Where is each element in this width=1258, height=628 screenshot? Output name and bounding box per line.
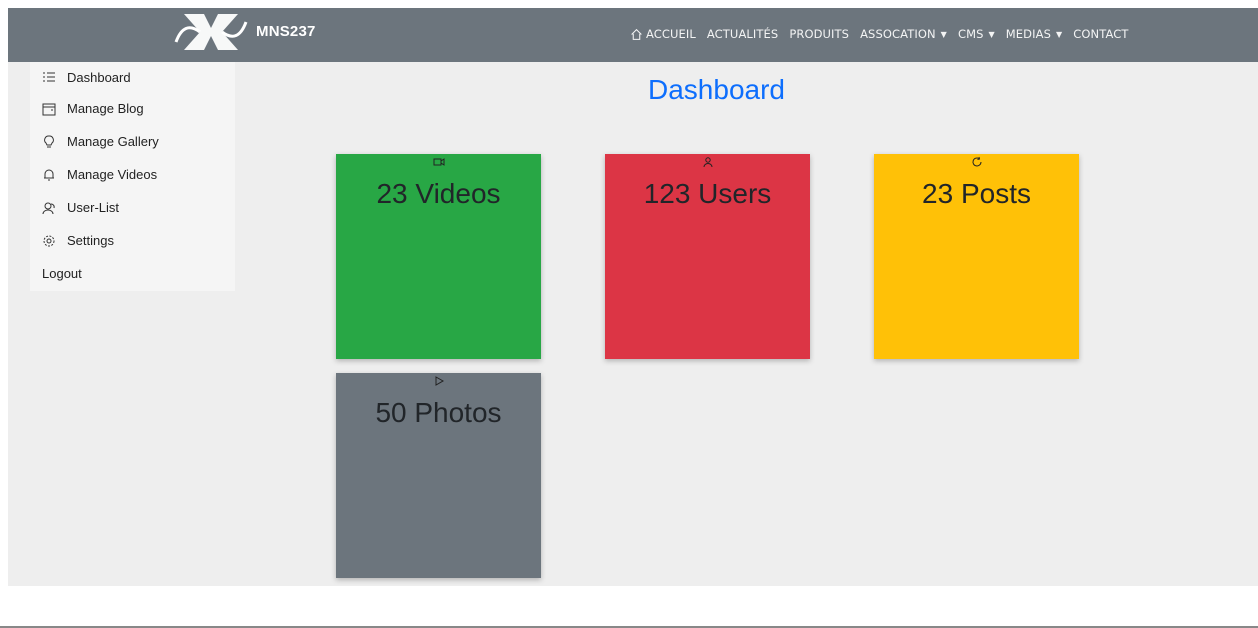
nav-menu: ACCUEIL ACTUALITÉS PRODUITS ASSOCATION ▼… <box>630 27 1128 41</box>
brand-name[interactable]: MNS237 <box>256 23 316 40</box>
nav-cms-dropdown[interactable]: CMS ▼ <box>958 27 995 41</box>
sidebar-item-label: Settings <box>67 233 114 248</box>
sidebar-item-settings[interactable]: Settings <box>30 224 235 257</box>
nav-produits[interactable]: PRODUITS <box>789 27 849 41</box>
video-icon <box>433 158 444 166</box>
sidebar-item-dashboard[interactable]: Dashboard <box>30 62 235 92</box>
caret-down-icon: ▼ <box>1055 29 1063 39</box>
sidebar-item-label: User-List <box>67 200 120 215</box>
sidebar-item-label: Dashboard <box>67 69 131 85</box>
nav-cms-label: CMS <box>957 27 984 41</box>
lightbulb-icon <box>44 135 54 147</box>
sidebar-item-label: Logout <box>42 266 82 281</box>
photos-count: 50 Photos <box>375 397 502 428</box>
nav-medias-dropdown[interactable]: MEDIAS ▼ <box>1006 27 1062 41</box>
gear-icon <box>43 235 55 246</box>
nav-contact[interactable]: CONTACT <box>1073 27 1128 41</box>
photos-card[interactable]: 50 Photos <box>336 373 541 578</box>
main-content: Dashboard Manage Blog Manage Gallery Man… <box>8 62 1258 586</box>
nav-actualites[interactable]: ACTUALITÉS <box>707 27 778 41</box>
play-icon <box>435 376 444 386</box>
nav-actualites-label: ACTUALITÉS <box>706 27 779 41</box>
sidebar-item-user-list[interactable]: User-List <box>30 191 235 224</box>
home-icon <box>631 28 642 40</box>
users-card[interactable]: 123 Users <box>605 154 810 359</box>
caret-down-icon: ▼ <box>940 29 947 39</box>
sidebar-item-logout[interactable]: Logout <box>30 257 235 290</box>
nav-produits-label: PRODUITS <box>789 27 850 41</box>
person-icon <box>703 157 712 168</box>
users-icon <box>42 202 55 214</box>
nav-accueil[interactable]: ACCUEIL <box>630 27 696 41</box>
blog-icon <box>42 103 56 115</box>
posts-count: 23 Posts <box>922 178 1031 209</box>
sidebar-item-label: Manage Gallery <box>67 134 159 149</box>
sidebar-item-manage-gallery[interactable]: Manage Gallery <box>30 125 235 158</box>
posts-card[interactable]: 23 Posts <box>874 154 1079 359</box>
users-count: 123 Users <box>643 178 772 209</box>
videos-count: 23 Videos <box>376 178 501 209</box>
sidebar-item-label: Manage Videos <box>67 167 158 182</box>
nav-assocation-label: ASSOCATION <box>860 27 936 41</box>
page-title: Dashboard <box>648 74 785 105</box>
sidebar-item-manage-blog[interactable]: Manage Blog <box>30 92 235 125</box>
refresh-icon <box>972 156 981 167</box>
top-navbar: MNS237 ACCUEIL ACTUALITÉS PRODUITS ASSOC… <box>8 8 1258 62</box>
sidebar: Dashboard Manage Blog Manage Gallery Man… <box>30 62 235 291</box>
caret-down-icon: ▼ <box>988 29 995 39</box>
sidebar-item-manage-videos[interactable]: Manage Videos <box>30 158 235 191</box>
nav-assocation-dropdown[interactable]: ASSOCATION ▼ <box>860 27 947 41</box>
list-icon <box>43 72 55 82</box>
videos-card[interactable]: 23 Videos <box>336 154 541 359</box>
nav-accueil-label: ACCUEIL <box>646 27 696 41</box>
brand-logo[interactable] <box>174 12 248 52</box>
bell-icon <box>44 169 54 180</box>
nav-contact-label: CONTACT <box>1073 27 1129 41</box>
sidebar-item-label: Manage Blog <box>67 101 144 116</box>
nav-medias-label: MEDIAS <box>1005 27 1051 41</box>
